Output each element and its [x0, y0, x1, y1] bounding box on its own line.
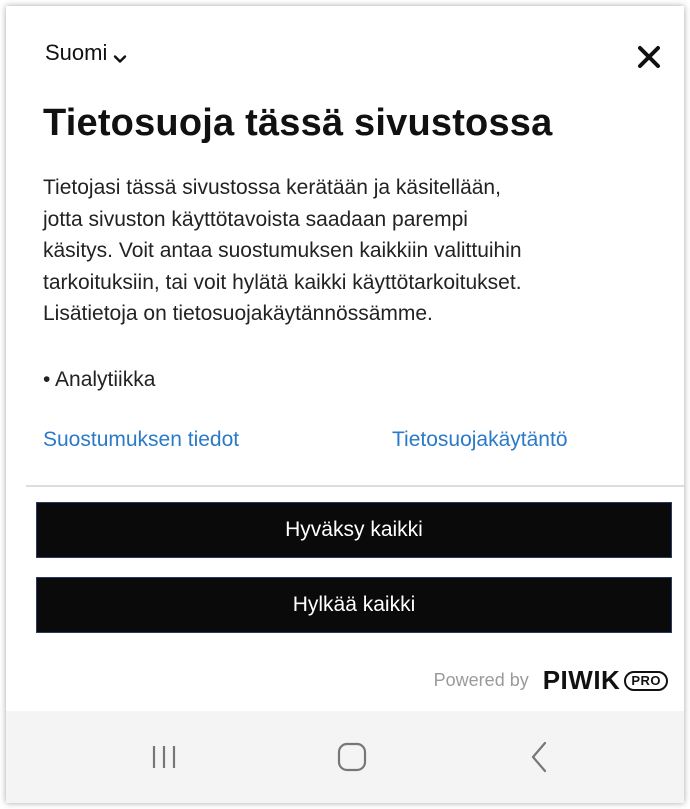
description-line: Lisätietoja on tietosuojakäytännössämme.: [43, 302, 433, 325]
logo-word: PIWIK: [542, 665, 621, 695]
close-icon: [636, 46, 662, 74]
dialog-title: Tietosuoja tässä sivustossa: [43, 102, 553, 144]
dialog-footer: Powered by PIWIK PRO: [6, 651, 684, 711]
purpose-item-analytics: • Analytiikka: [43, 368, 156, 391]
description-line: Tietojasi tässä sivustossa kerätään ja k…: [43, 176, 501, 199]
divider: [26, 485, 684, 487]
accept-all-button[interactable]: Hyväksy kaikki: [36, 502, 672, 558]
close-button[interactable]: [636, 44, 662, 70]
recents-icon: [147, 742, 181, 777]
powered-by: Powered by PIWIK PRO: [434, 665, 668, 696]
privacy-policy-link[interactable]: Tietosuojakäytäntö: [392, 428, 568, 452]
recents-button[interactable]: [144, 741, 184, 777]
purpose-list: • Analytiikka: [43, 368, 155, 392]
home-icon: [335, 740, 369, 779]
dialog-description: Tietojasi tässä sivustossa kerätään ja k…: [43, 172, 663, 330]
system-navigation-bar: [6, 711, 684, 803]
reject-all-button[interactable]: Hylkää kaikki: [36, 577, 672, 633]
description-line: jotta sivuston käyttötavoista saadaan pa…: [43, 207, 468, 231]
back-icon: [525, 740, 555, 779]
home-button[interactable]: [332, 741, 372, 777]
powered-by-text: Powered by: [433, 670, 529, 690]
back-button[interactable]: [520, 741, 560, 777]
language-label: Suomi: [45, 40, 108, 65]
consent-dialog: Suomi Tietosuoja tässä sivustossa Tietoj…: [6, 6, 684, 711]
piwik-pro-logo: PIWIK PRO: [543, 665, 668, 696]
chevron-down-icon: [113, 46, 127, 63]
consent-details-link[interactable]: Suostumuksen tiedot: [43, 428, 239, 452]
app-frame: Suomi Tietosuoja tässä sivustossa Tietoj…: [6, 6, 684, 803]
language-selector[interactable]: Suomi: [45, 40, 127, 66]
description-line: käsitys. Voit antaa suostumuksen kaikkii…: [43, 239, 522, 262]
logo-badge: PRO: [624, 670, 668, 691]
description-line: tarkoituksiin, tai voit hylätä kaikki kä…: [43, 270, 522, 294]
